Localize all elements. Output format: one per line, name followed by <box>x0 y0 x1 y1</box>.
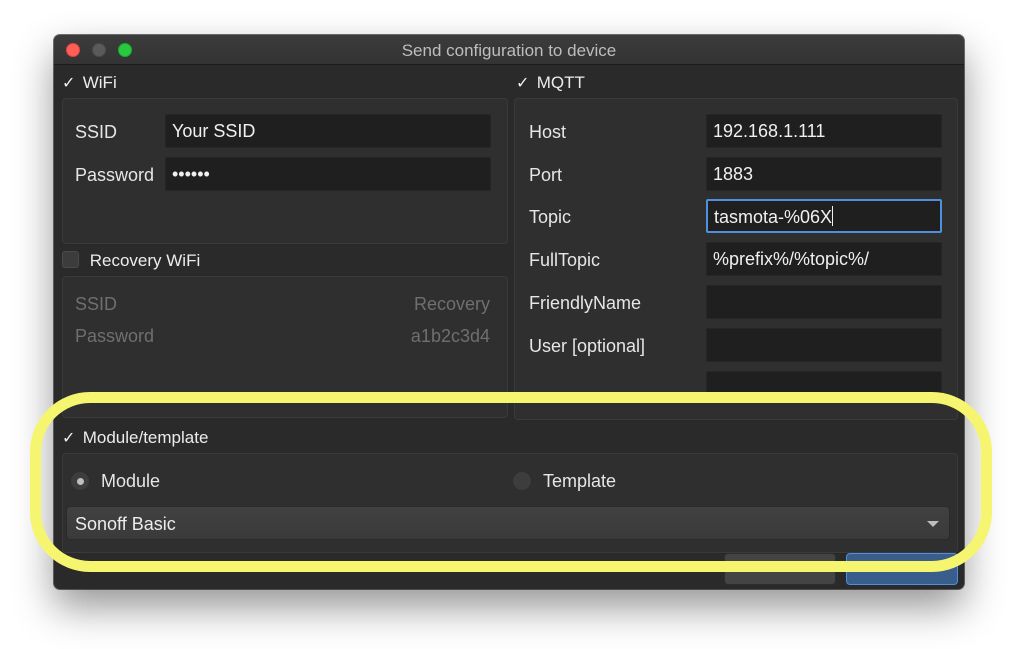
unchecked-box-icon <box>62 251 79 268</box>
module-select-value: Sonoff Basic <box>75 514 176 534</box>
template-radio[interactable]: Template <box>512 471 616 492</box>
radio-unchecked-icon <box>512 471 532 491</box>
recovery-password-label: Password <box>75 326 155 346</box>
module-template-group-checkbox[interactable]: ✓ Module/template <box>62 428 208 448</box>
mqtt-topic-label: Topic <box>529 207 572 227</box>
recovery-ssid-label: SSID <box>75 294 118 314</box>
module-select[interactable]: Sonoff Basic <box>66 506 950 540</box>
mqtt-friendlyname-input[interactable] <box>706 285 942 319</box>
module-template-group-label: Module/template <box>82 428 209 447</box>
wifi-password-label: Password <box>75 165 155 185</box>
mqtt-host-input[interactable]: 192.168.1.111 <box>706 114 942 148</box>
title-bar[interactable]: Send configuration to device <box>54 35 964 65</box>
window-title: Send configuration to device <box>401 41 617 60</box>
mqtt-user-label: User [optional] <box>529 336 646 356</box>
dropdown-arrow-icon <box>927 521 939 527</box>
mqtt-fulltopic-label: FullTopic <box>529 250 601 270</box>
cancel-button[interactable] <box>724 553 836 585</box>
radio-checked-icon <box>70 471 90 491</box>
recovery-ssid-value: Recovery <box>413 294 490 314</box>
mqtt-topic-input[interactable]: tasmota-%06X <box>706 199 942 233</box>
mqtt-port-input[interactable]: 1883 <box>706 157 942 191</box>
wifi-group-label: WiFi <box>82 73 117 92</box>
mqtt-password-input-partial[interactable] <box>706 371 942 401</box>
recovery-wifi-group-label: Recovery WiFi <box>89 251 201 270</box>
send-config-dialog: Send configuration to device ✓ WiFi SSID… <box>54 35 964 589</box>
mqtt-port-label: Port <box>529 165 563 185</box>
text-cursor <box>832 206 834 226</box>
module-radio-label: Module <box>101 471 161 491</box>
template-radio-label: Template <box>543 471 617 491</box>
wifi-ssid-label: SSID <box>75 122 118 142</box>
send-button[interactable] <box>846 553 958 585</box>
mqtt-user-input[interactable] <box>706 328 942 362</box>
wifi-group-checkbox[interactable]: ✓ WiFi <box>62 73 117 93</box>
mqtt-fulltopic-input[interactable]: %prefix%/%topic%/ <box>706 242 942 276</box>
mqtt-host-label: Host <box>529 122 567 142</box>
mqtt-topic-value: tasmota-%06X <box>714 207 833 227</box>
checkmark-icon: ✓ <box>62 75 76 92</box>
recovery-password-value: a1b2c3d4 <box>410 326 490 346</box>
module-radio[interactable]: Module <box>70 471 160 492</box>
checkmark-icon: ✓ <box>516 75 530 92</box>
wifi-ssid-input[interactable]: Your SSID <box>165 114 491 148</box>
mqtt-group-checkbox[interactable]: ✓ MQTT <box>516 73 585 93</box>
wifi-password-input[interactable]: •••••• <box>165 157 491 191</box>
mqtt-group-label: MQTT <box>536 73 585 92</box>
recovery-wifi-group-checkbox[interactable]: Recovery WiFi <box>62 251 200 271</box>
checkmark-icon: ✓ <box>62 430 76 447</box>
mqtt-friendlyname-label: FriendlyName <box>529 293 642 313</box>
